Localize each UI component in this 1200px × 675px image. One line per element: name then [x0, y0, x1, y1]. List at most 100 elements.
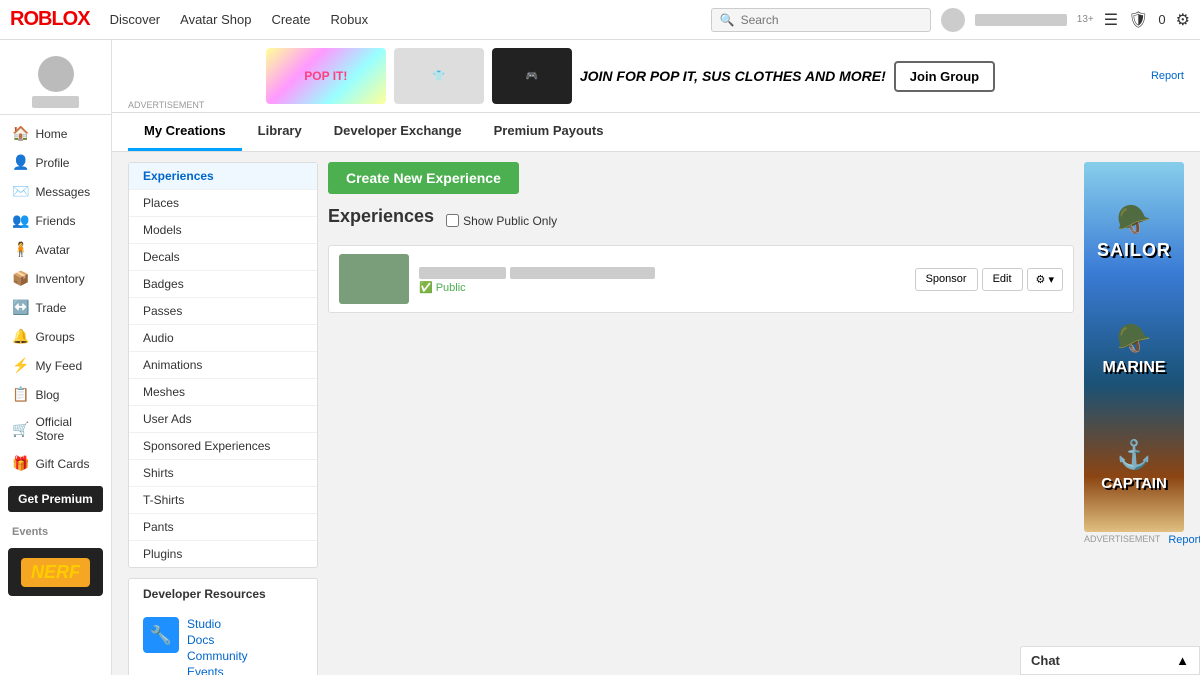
join-group-button[interactable]: Join Group [894, 61, 995, 92]
dev-link-studio[interactable]: Studio [187, 617, 248, 631]
experiences-header: Experiences Show Public Only [328, 206, 1074, 235]
chat-bar[interactable]: Chat ▲ [1020, 646, 1200, 675]
left-nav-item-passes[interactable]: Passes [129, 298, 317, 325]
sidebar-item-label: Messages [35, 185, 90, 199]
top-nav: ROBLOX Discover Avatar Shop Create Robux… [0, 0, 1200, 40]
exp-info: ██████'s Place Start Place: ██████'s Pla… [419, 264, 905, 294]
inventory-icon: 📦 [12, 270, 29, 287]
create-new-experience-button[interactable]: Create New Experience [328, 162, 519, 194]
exp-name[interactable]: ██████'s Place [419, 267, 506, 279]
exp-place[interactable]: Start Place: ██████'s Place [510, 267, 655, 279]
sidebar-item-store[interactable]: 🛒 Official Store [0, 409, 111, 449]
nav-link-avatar-shop[interactable]: Avatar Shop [180, 12, 251, 27]
sponsor-button[interactable]: Sponsor [915, 268, 978, 291]
tab-developer-exchange[interactable]: Developer Exchange [318, 113, 478, 151]
get-premium-button[interactable]: Get Premium [8, 486, 103, 512]
experiences-section-title: Experiences [328, 206, 434, 227]
nav-username: @ ██████████ [975, 14, 1067, 26]
right-ad-image: 🪖 SAILOR 🪖 MARINE ⚓ CAPTAIN [1084, 162, 1184, 532]
left-nav-item-user-ads[interactable]: User Ads [129, 406, 317, 433]
right-ad-label: ADVERTISEMENT [1084, 534, 1160, 546]
left-nav: Experiences Places Models Decals Badges … [128, 162, 318, 675]
sidebar-item-friends[interactable]: 👥 Friends [0, 206, 111, 235]
sidebar-item-trade[interactable]: ↔️ Trade [0, 293, 111, 322]
sidebar-item-home[interactable]: 🏠 Home [0, 119, 111, 148]
ad-report-link[interactable]: Report [1151, 70, 1184, 82]
dev-link-community[interactable]: Community [187, 649, 248, 663]
left-nav-item-places[interactable]: Places [129, 190, 317, 217]
left-nav-item-badges[interactable]: Badges [129, 271, 317, 298]
left-nav-item-pants[interactable]: Pants [129, 514, 317, 541]
experience-card: ██████'s Place Start Place: ██████'s Pla… [328, 245, 1074, 313]
nav-chat-icon[interactable]: ☰ [1104, 10, 1118, 30]
giftcard-icon: 🎁 [12, 455, 29, 472]
nav-right: @ ██████████ 13+ ☰ 🛡 0 ⚙ [941, 8, 1190, 32]
left-nav-item-tshirts[interactable]: T-Shirts [129, 487, 317, 514]
left-nav-section: Experiences Places Models Decals Badges … [128, 162, 318, 568]
sidebar-item-label: My Feed [35, 359, 82, 373]
sidebar-item-label: Inventory [35, 272, 84, 286]
tab-premium-payouts[interactable]: Premium Payouts [478, 113, 620, 151]
sidebar-item-giftcards[interactable]: 🎁 Gift Cards [0, 449, 111, 478]
avatar-icon: 🧍 [12, 241, 29, 258]
sidebar-item-messages[interactable]: ✉️ Messages [0, 177, 111, 206]
dev-resources-header: Developer Resources [129, 579, 317, 609]
marine-text: MARINE [1102, 359, 1165, 377]
public-icon: ✅ [419, 281, 433, 294]
left-nav-item-decals[interactable]: Decals [129, 244, 317, 271]
sidebar-item-avatar[interactable]: 🧍 Avatar [0, 235, 111, 264]
nav-link-robux[interactable]: Robux [330, 12, 368, 27]
left-nav-item-sponsored[interactable]: Sponsored Experiences [129, 433, 317, 460]
sidebar-item-label: Avatar [35, 243, 69, 257]
dev-resources-section: Developer Resources 🔧 Studio Docs Commun… [128, 578, 318, 675]
ad-image-clothes: 👕 [394, 48, 484, 104]
gear-button[interactable]: ⚙ ▾ [1027, 268, 1063, 291]
left-nav-item-meshes[interactable]: Meshes [129, 379, 317, 406]
nav-avatar [941, 8, 965, 32]
ad-banner: POP IT! 👕 🎮 JOIN FOR POP IT, SUS CLOTHES… [112, 40, 1200, 113]
sidebar-item-label: Groups [35, 330, 74, 344]
sidebar-item-label: Home [35, 127, 67, 141]
nav-link-discover[interactable]: Discover [110, 12, 161, 27]
edit-button[interactable]: Edit [982, 268, 1023, 291]
roblox-figure-marine: 🪖 [1117, 322, 1152, 355]
tab-library[interactable]: Library [242, 113, 318, 151]
sidebar-item-blog[interactable]: 📋 Blog [0, 380, 111, 409]
right-ad-report[interactable]: Report [1168, 534, 1200, 546]
sidebar-item-inventory[interactable]: 📦 Inventory [0, 264, 111, 293]
search-input[interactable] [741, 13, 922, 27]
nav-shield-icon[interactable]: 🛡 [1128, 10, 1148, 30]
ad-content: POP IT! 👕 🎮 JOIN FOR POP IT, SUS CLOTHES… [128, 48, 1133, 104]
sidebar-item-groups[interactable]: 🔔 Groups [0, 322, 111, 351]
left-nav-item-animations[interactable]: Animations [129, 352, 317, 379]
store-icon: 🛒 [12, 421, 29, 438]
sidebar-item-label: Profile [35, 156, 69, 170]
left-nav-item-shirts[interactable]: Shirts [129, 460, 317, 487]
exp-actions: Sponsor Edit ⚙ ▾ [915, 268, 1063, 291]
left-nav-item-audio[interactable]: Audio [129, 325, 317, 352]
nav-age: 13+ [1077, 14, 1094, 25]
events-banner[interactable]: NERF [8, 548, 103, 596]
blog-icon: 📋 [12, 386, 29, 403]
sidebar-username: ██████ [32, 96, 79, 108]
left-nav-item-plugins[interactable]: Plugins [129, 541, 317, 567]
sidebar-item-profile[interactable]: 👤 Profile [0, 148, 111, 177]
left-nav-item-models[interactable]: Models [129, 217, 317, 244]
creator-layout: Experiences Places Models Decals Badges … [112, 152, 1200, 675]
chat-label: Chat [1031, 653, 1060, 668]
ad-text: JOIN FOR POP IT, SUS CLOTHES AND MORE! [580, 67, 886, 85]
show-public-label: Show Public Only [446, 214, 557, 228]
ad-image-popit: POP IT! [266, 48, 386, 104]
show-public-checkbox[interactable] [446, 214, 459, 227]
tab-my-creations[interactable]: My Creations [128, 113, 242, 151]
nav-settings-icon[interactable]: ⚙ [1176, 10, 1190, 30]
dev-link-events[interactable]: Events [187, 665, 248, 675]
groups-icon: 🔔 [12, 328, 29, 345]
sidebar-item-feed[interactable]: ⚡ My Feed [0, 351, 111, 380]
nav-link-create[interactable]: Create [271, 12, 310, 27]
left-nav-item-experiences[interactable]: Experiences [129, 163, 317, 190]
dev-link-docs[interactable]: Docs [187, 633, 248, 647]
public-label: Public [436, 282, 466, 294]
nav-robux: 0 [1158, 12, 1165, 27]
captain-text: CAPTAIN [1101, 475, 1167, 492]
